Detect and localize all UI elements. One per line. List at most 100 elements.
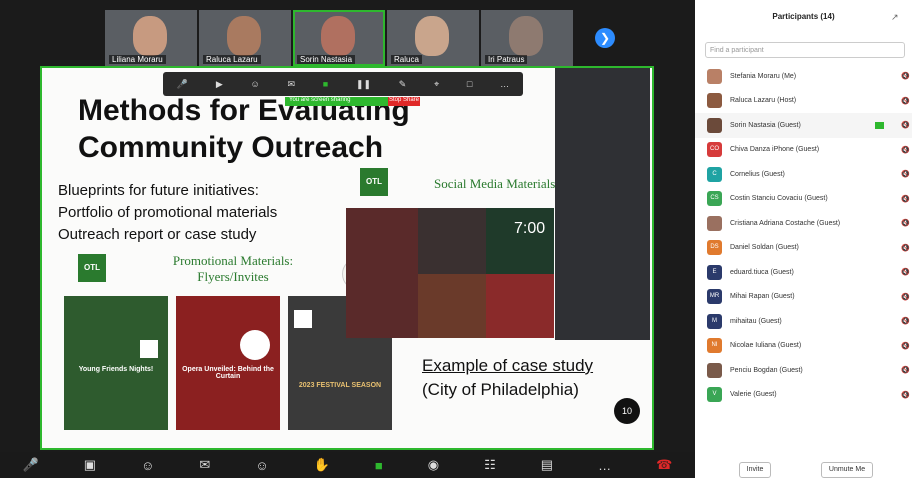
participant-avatar: CS <box>707 191 722 207</box>
bullet-item: Portfolio of promotional materials <box>58 204 278 221</box>
participant-name: Penciu Bogdan (Guest) <box>730 366 803 374</box>
participant-row[interactable]: Cristiana Adriana Costache (Guest) 🔇 <box>695 211 912 236</box>
social-media-collage: 7:00 <box>346 208 556 340</box>
muted-icon: 🔇 <box>901 146 910 154</box>
participant-avatar <box>707 68 722 84</box>
collage-time: 7:00 <box>514 220 546 237</box>
participant-row[interactable]: Sorin Nastasia (Guest) 🔇 <box>695 113 912 138</box>
chat-icon[interactable]: ✉ <box>199 457 210 473</box>
qr-code-icon <box>294 310 312 328</box>
participant-row[interactable]: Penciu Bogdan (Guest) 🔇 <box>695 358 912 383</box>
muted-icon: 🔇 <box>901 391 910 399</box>
share-icon[interactable]: ■ <box>375 458 383 473</box>
toolbar-more-icon[interactable]: … <box>500 79 509 89</box>
unmute-me-button[interactable]: Unmute Me <box>821 462 873 478</box>
promo-label: Promotional Materials: Flyers/Invites <box>158 253 308 285</box>
video-thumbnail[interactable]: Raluca Lazaru <box>199 10 291 66</box>
toolbar-stop-icon[interactable]: □ <box>467 79 472 89</box>
participant-row[interactable]: V Valerie (Guest) 🔇 <box>695 383 912 408</box>
muted-icon: 🔇 <box>901 220 910 228</box>
participant-name: mihaitau (Guest) <box>730 317 782 325</box>
video-camera-icon[interactable]: ▣ <box>84 457 96 473</box>
participant-avatar: V <box>707 387 722 403</box>
bullet-item: Blueprints for future initiatives: <box>58 182 259 199</box>
participant-avatar: MR <box>707 289 722 305</box>
participant-name: Valerie (Guest) <box>730 391 777 399</box>
participant-name: Cornelius (Guest) <box>730 170 785 178</box>
toolbar-participants-icon[interactable]: ☺ <box>251 79 260 89</box>
participants-panel: Participants (14) ↗ Find a participant S… <box>695 0 912 478</box>
toolbar-video-icon[interactable]: ▶ <box>216 79 223 90</box>
flyer-title: 2023 FESTIVAL SEASON <box>298 382 382 389</box>
muted-icon: 🔇 <box>901 195 910 203</box>
participant-avatar: E <box>707 264 722 280</box>
meeting-controls: 🎤 ▣ ☺ ✉ ☺ ✋ ■ ◉ ☷ ▤ … ☎ <box>0 452 695 478</box>
video-thumbnail-active[interactable]: Sorin Nastasia <box>293 10 385 66</box>
participant-row[interactable]: MR Mihai Rapan (Guest) 🔇 <box>695 285 912 310</box>
title-line: Community Outreach <box>78 131 384 164</box>
participant-row[interactable]: Stefania Moraru (Me) 🔇 <box>695 64 912 89</box>
toolbar-audio-icon[interactable]: 🎤 <box>177 79 188 90</box>
thumbnail-name: Raluca Lazaru <box>203 55 261 64</box>
floating-share-toolbar: 🎤 ▶ ☺ ✉ ■ ❚❚ ✎ ⌖ □ … <box>163 72 523 96</box>
summary-icon[interactable]: ☷ <box>484 457 496 473</box>
muted-icon: 🔇 <box>901 293 910 301</box>
mic-icon[interactable]: 🎤 <box>23 457 39 473</box>
flyer-card: Young Friends Nights! <box>64 296 168 430</box>
promo-label-line: Promotional Materials: <box>172 253 294 268</box>
muted-icon: 🔇 <box>901 73 910 81</box>
participant-avatar <box>707 117 722 133</box>
muted-icon: 🔇 <box>901 122 910 130</box>
participant-avatar: CO <box>707 142 722 158</box>
participant-row[interactable]: DS Daniel Soldan (Guest) 🔇 <box>695 236 912 261</box>
participant-name: Chiva Danza iPhone (Guest) <box>730 146 820 154</box>
end-icon[interactable]: ☎ <box>656 457 672 473</box>
participant-avatar <box>707 215 722 231</box>
popout-icon[interactable]: ↗ <box>891 12 899 23</box>
participant-row[interactable]: C Cornelius (Guest) 🔇 <box>695 162 912 187</box>
video-thumbnail[interactable]: Raluca <box>387 10 479 66</box>
toolbar-remote-icon[interactable]: ⌖ <box>434 79 439 90</box>
participant-name: Nicolae Iuliana (Guest) <box>730 342 802 350</box>
video-thumbnail[interactable]: Liliana Moraru <box>105 10 197 66</box>
video-thumbnail-strip: Liliana Moraru Raluca Lazaru Sorin Nasta… <box>105 10 573 66</box>
participant-row[interactable]: CS Costin Stanciu Covaciu (Guest) 🔇 <box>695 187 912 212</box>
toolbar-pause-icon[interactable]: ❚❚ <box>356 79 371 90</box>
invite-button[interactable]: Invite <box>739 462 771 478</box>
case-study-link: Example of case study <box>422 356 594 375</box>
participant-row[interactable]: NI Nicolae Iuliana (Guest) 🔇 <box>695 334 912 359</box>
muted-icon: 🔇 <box>901 97 910 105</box>
participant-row[interactable]: Raluca Lazaru (Host) 🔇 <box>695 89 912 114</box>
participant-row[interactable]: Eeduard.tiuca (Guest) 🔇 <box>695 260 912 285</box>
participant-row[interactable]: CO Chiva Danza iPhone (Guest) 🔇 <box>695 138 912 163</box>
participant-avatar <box>707 362 722 378</box>
more-icon[interactable]: … <box>598 458 611 473</box>
participant-avatar: DS <box>707 240 722 256</box>
thumbnail-name: Iri Patraus <box>485 55 528 64</box>
slide-bullets: Blueprints for future initiatives: Portf… <box>58 180 277 246</box>
muted-icon: 🔇 <box>901 367 910 375</box>
video-on-icon <box>875 121 884 129</box>
stop-share-button[interactable]: Stop Share <box>388 97 420 106</box>
muted-icon: 🔇 <box>901 342 910 350</box>
case-study-subtitle: (City of Philadelphia) <box>422 380 579 399</box>
video-thumbnail[interactable]: Iri Patraus <box>481 10 573 66</box>
flyer-title: Opera Unveiled: Behind the Curtain <box>182 366 274 380</box>
participant-search-input[interactable]: Find a participant <box>705 42 905 58</box>
raise-hand-icon[interactable]: ✋ <box>314 457 330 473</box>
participant-name: Costin Stanciu Covaciu (Guest) <box>730 195 828 203</box>
next-page-icon[interactable]: ❯ <box>595 28 615 48</box>
participants-icon[interactable]: ☺ <box>141 458 154 473</box>
toolbar-annotate-icon[interactable]: ✎ <box>399 79 407 90</box>
toolbar-chat-icon[interactable]: ✉ <box>287 79 295 90</box>
otl-logo: OTL <box>78 254 106 282</box>
captions-icon[interactable]: ▤ <box>541 457 553 473</box>
participant-row[interactable]: Mmihaitau (Guest) 🔇 <box>695 309 912 334</box>
toolbar-share-icon[interactable]: ■ <box>323 79 328 89</box>
record-icon[interactable]: ◉ <box>428 457 439 473</box>
muted-icon: 🔇 <box>901 244 910 252</box>
social-media-label: Social Media Materials <box>434 176 556 191</box>
qr-code-icon <box>140 340 158 358</box>
react-icon[interactable]: ☺ <box>255 458 268 473</box>
participant-avatar: C <box>707 166 722 182</box>
